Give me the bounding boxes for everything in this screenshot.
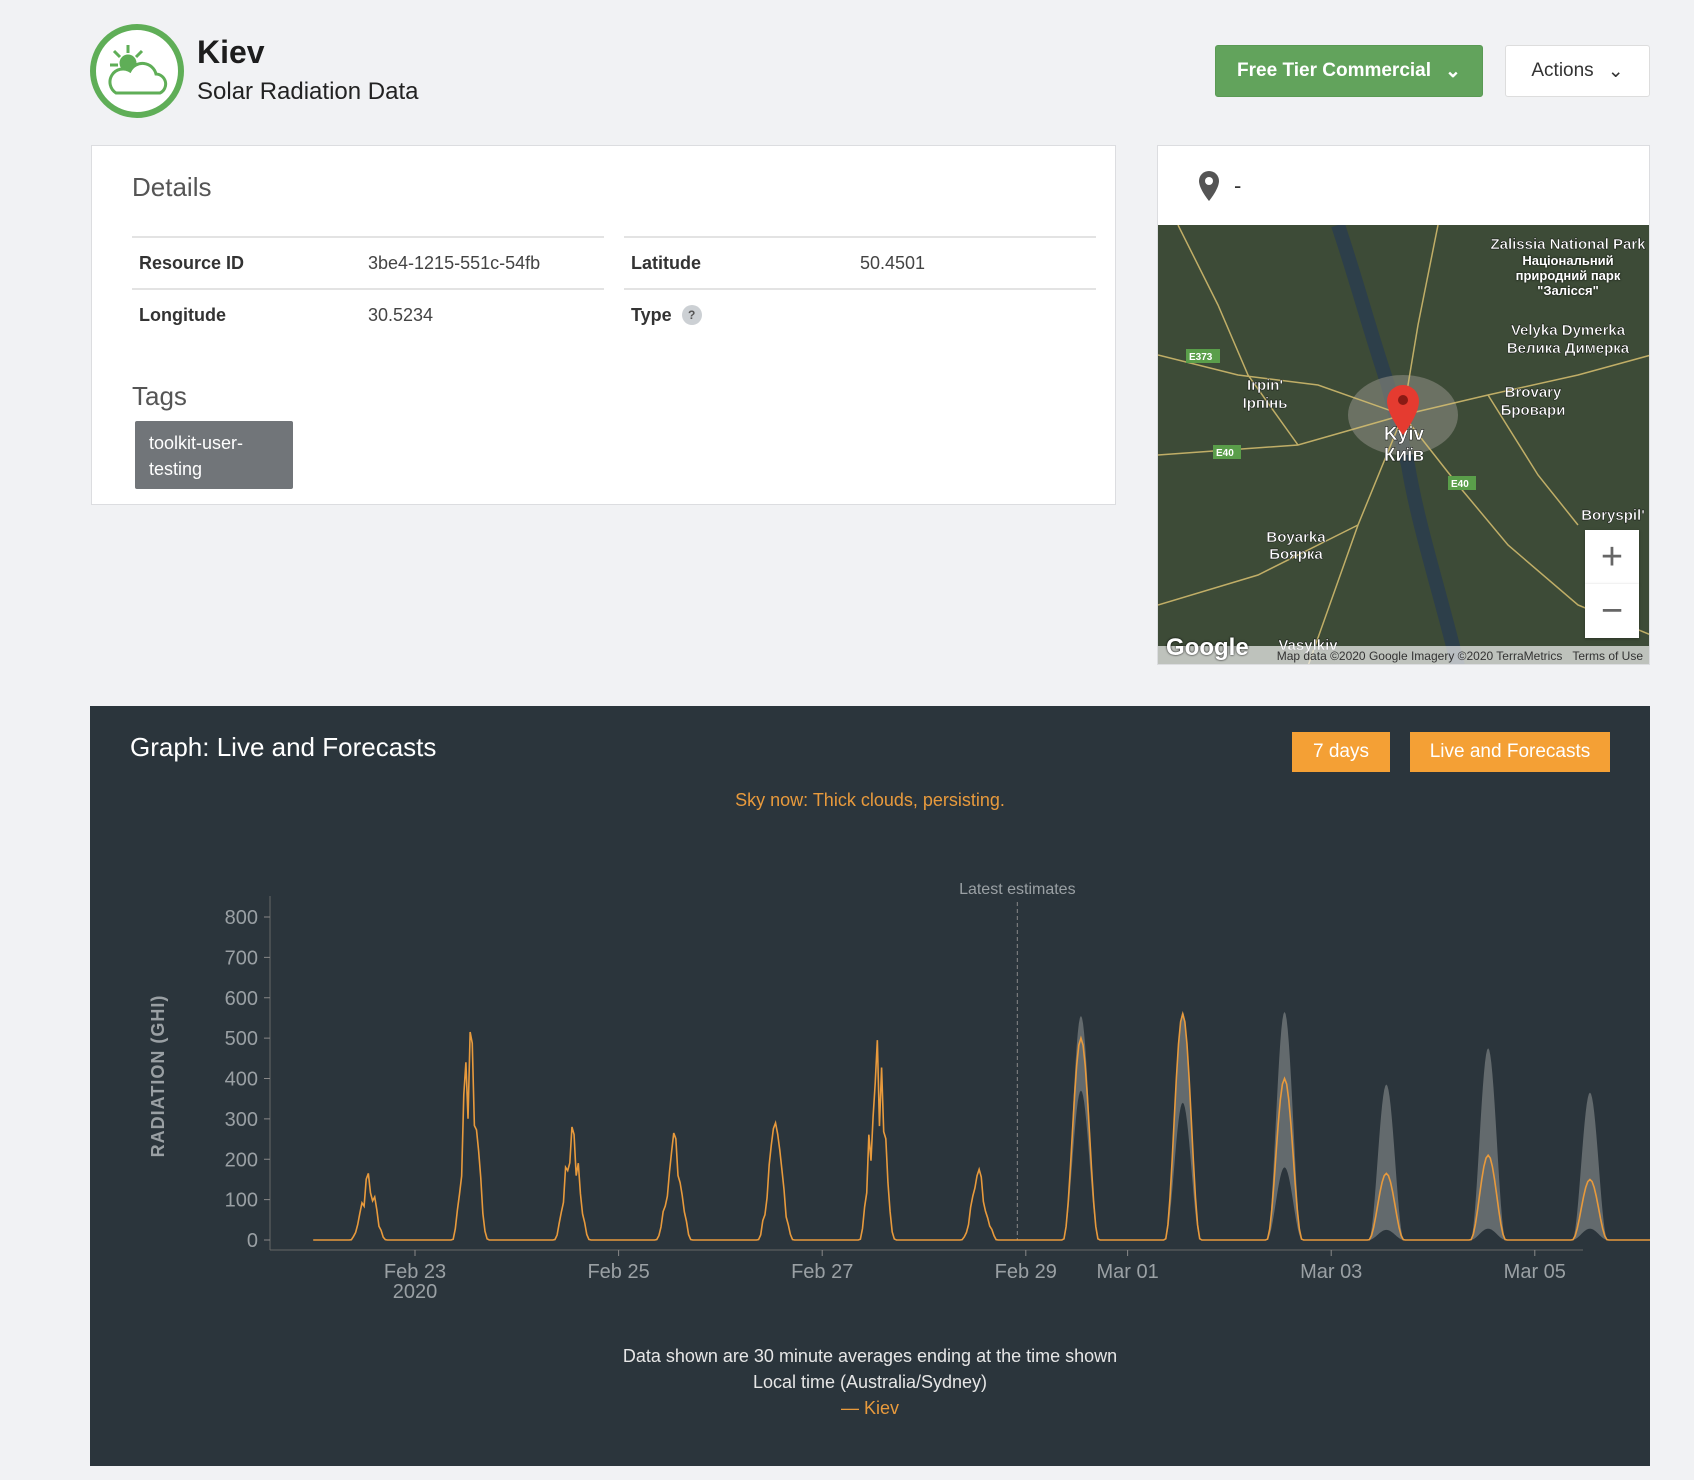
y-tick-label: 500	[225, 1028, 258, 1050]
plan-label: Free Tier Commercial	[1237, 60, 1432, 81]
field-value: 3be4-1215-551c-54fb	[368, 252, 541, 273]
y-tick-label: 100	[225, 1190, 258, 1212]
map-label: Boryspil'	[1581, 507, 1645, 524]
map[interactable]: Zalissia National Park Velyka Dymerka Ве…	[1158, 222, 1649, 664]
forecast-band	[1564, 1092, 1616, 1240]
field-latitude: Latitude 50.4501	[624, 236, 1096, 288]
x-tick-label: Feb 27	[791, 1261, 853, 1283]
chevron-down-icon: ⌄	[1607, 60, 1624, 82]
forecast-band	[1157, 1011, 1209, 1240]
page-title: Kiev	[197, 34, 265, 70]
field-longitude: Longitude 30.5234	[132, 288, 604, 340]
y-tick-label: 600	[225, 988, 258, 1010]
y-tick-label: 300	[225, 1109, 258, 1131]
forecast-band	[1055, 1015, 1107, 1240]
field-resource-id: Resource ID 3be4-1215-551c-54fb	[132, 236, 604, 288]
actions-label: Actions	[1531, 60, 1594, 81]
road-shield: E40	[1216, 448, 1234, 459]
field-value: 30.5234	[368, 304, 434, 325]
field-label: Type	[631, 304, 672, 325]
map-label: Zalissia National Park	[1490, 236, 1646, 253]
map-label: Бровари	[1501, 402, 1566, 419]
map-label: Brovary	[1505, 384, 1562, 401]
details-card: Details Resource ID 3be4-1215-551c-54fb L…	[91, 145, 1116, 505]
y-tick-label: 800	[225, 907, 258, 929]
google-logo: Google	[1166, 634, 1249, 661]
chevron-down-icon: ⌄	[1445, 60, 1461, 82]
map-label: Боярка	[1269, 546, 1323, 563]
field-label: Resource ID	[139, 252, 245, 273]
terms-link[interactable]: Terms of Use	[1572, 649, 1643, 663]
y-tick-label: 200	[225, 1149, 258, 1171]
location-label: -	[1234, 172, 1242, 198]
graph-panel: Graph: Live and Forecasts 7 days Live an…	[90, 706, 1650, 1466]
attribution-text: Map data ©2020 Google Imagery ©2020 Terr…	[1276, 649, 1563, 663]
road-shield: E373	[1189, 352, 1213, 363]
legend-kiev[interactable]: — Kiev	[90, 1398, 1650, 1419]
x-tick-label: Feb 25	[587, 1261, 649, 1283]
map-label: Велика Димерка	[1507, 340, 1630, 357]
footer-note: Data shown are 30 minute averages ending…	[622, 1346, 1118, 1366]
y-tick-label: 0	[247, 1230, 258, 1252]
field-value: 50.4501	[860, 252, 926, 273]
latest-estimates-label: Latest estimates	[959, 881, 1076, 898]
tags-heading: Tags	[132, 381, 187, 411]
map-pin-icon	[1199, 170, 1219, 201]
y-axis-label: RADIATION (GHI)	[148, 995, 168, 1158]
tag[interactable]: toolkit-user-testing	[135, 421, 293, 489]
map-label: Київ	[1384, 445, 1424, 466]
map-label: Національний природний парк "Залісся"	[1515, 253, 1621, 298]
y-tick-label: 700	[225, 947, 258, 969]
field-label: Longitude	[139, 304, 226, 325]
forecast-band	[1360, 1084, 1412, 1240]
x-tick-sublabel: 2020	[393, 1281, 438, 1303]
page-subtitle: Solar Radiation Data	[197, 78, 419, 105]
map-label: Velyka Dymerka	[1511, 322, 1626, 339]
road-shield: E40	[1451, 479, 1469, 490]
series-line-kiev	[313, 1010, 1650, 1241]
map-header: -	[1158, 146, 1649, 225]
forecast-band	[1462, 1048, 1514, 1240]
actions-dropdown-button[interactable]: Actions ⌄	[1505, 45, 1650, 97]
x-tick-label: Mar 03	[1300, 1261, 1362, 1283]
field-label: Latitude	[631, 252, 701, 273]
x-tick-label: Feb 23	[384, 1261, 446, 1283]
map-label: Boyarka	[1266, 529, 1326, 546]
x-tick-label: Mar 01	[1096, 1261, 1158, 1283]
field-type: Type?	[624, 288, 1096, 340]
y-tick-label: 400	[225, 1069, 258, 1091]
details-heading: Details	[132, 172, 212, 202]
timezone-note: Local time (Australia/Sydney)	[752, 1372, 988, 1392]
zoom-in-button[interactable]: +	[1585, 530, 1639, 584]
map-card: - Zalissia National Park Velyka Dymerka …	[1157, 145, 1650, 665]
plan-dropdown-button[interactable]: Free Tier Commercial ⌄	[1215, 45, 1483, 97]
x-tick-label: Mar 05	[1504, 1261, 1566, 1283]
x-tick-label: Feb 29	[995, 1261, 1057, 1283]
sun-cloud-icon	[108, 45, 168, 95]
zoom-out-button[interactable]: −	[1585, 584, 1639, 638]
forecast-band	[1259, 1011, 1310, 1240]
help-icon[interactable]: ?	[681, 305, 702, 325]
map-label: Irpin'	[1247, 377, 1283, 394]
logo	[90, 24, 184, 118]
map-label: Ірпінь	[1243, 395, 1288, 412]
